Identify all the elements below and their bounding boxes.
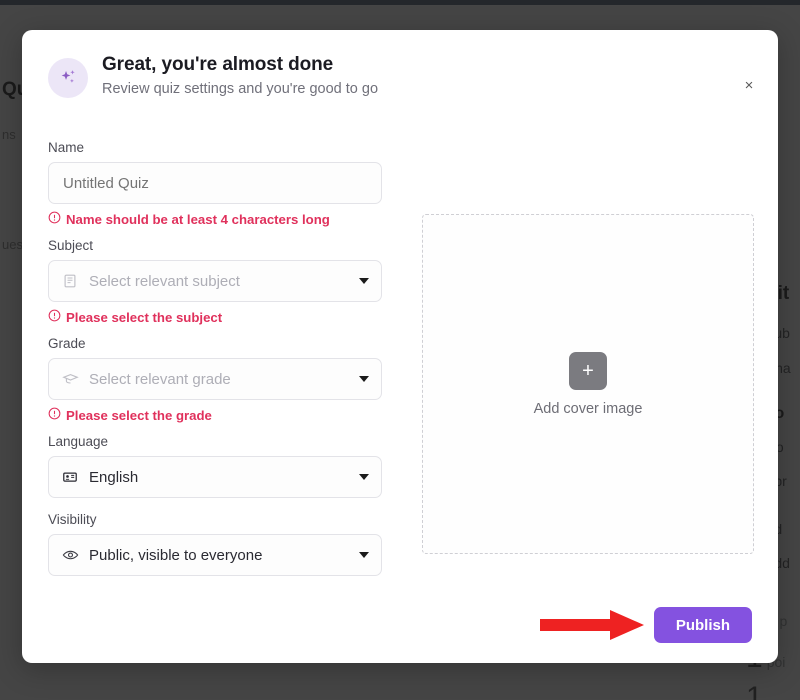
alert-circle-icon: [48, 211, 61, 227]
name-input-wrapper[interactable]: [48, 162, 382, 204]
eye-icon: [61, 546, 79, 564]
close-icon[interactable]: ×: [736, 72, 762, 98]
sparkles-icon: [48, 58, 88, 98]
chevron-down-icon: [359, 552, 369, 558]
grade-select-value: Select relevant grade: [89, 370, 231, 388]
chevron-down-icon: [359, 376, 369, 382]
field-grade: Grade Select relevant grade Please selec…: [48, 336, 382, 423]
visibility-select-value: Public, visible to everyone: [89, 546, 263, 564]
subject-select-value: Select relevant subject: [89, 272, 240, 290]
publish-button[interactable]: Publish: [653, 607, 752, 643]
field-visibility: Visibility Public, visible to everyone: [48, 512, 382, 576]
language-select[interactable]: English: [48, 456, 382, 498]
field-language-label: Language: [48, 434, 109, 449]
field-name: Name Name should be at least 4 character…: [48, 140, 382, 227]
subject-select[interactable]: Select relevant subject: [48, 260, 382, 302]
field-subject-label: Subject: [48, 238, 94, 253]
chevron-down-icon: [359, 474, 369, 480]
visibility-select[interactable]: Public, visible to everyone: [48, 534, 382, 576]
add-cover-image-dropzone[interactable]: + Add cover image: [422, 214, 754, 554]
field-visibility-label: Visibility: [48, 512, 97, 527]
plus-icon[interactable]: +: [569, 351, 607, 390]
grade-select[interactable]: Select relevant grade: [48, 358, 382, 400]
add-cover-image-label: Add cover image: [533, 400, 643, 417]
name-error-text: Name should be at least 4 characters lon…: [66, 211, 330, 227]
alert-circle-icon: [48, 309, 61, 325]
modal-header: Great, you're almost done Review quiz se…: [48, 54, 378, 98]
subject-error-message: Please select the subject: [48, 309, 382, 325]
language-select-value: English: [89, 468, 139, 486]
graduation-cap-icon: [61, 370, 79, 388]
grade-error-text: Please select the grade: [66, 407, 212, 423]
quiz-settings-form: Name Name should be at least 4 character…: [48, 140, 382, 576]
grade-error-message: Please select the grade: [48, 407, 382, 423]
name-input[interactable]: [61, 173, 369, 193]
id-card-icon: [61, 468, 79, 486]
publish-quiz-modal: × Great, you're almost done Review quiz …: [22, 30, 778, 663]
modal-subtitle: Review quiz settings and you're good to …: [102, 81, 379, 97]
subject-error-text: Please select the subject: [66, 309, 223, 325]
chevron-down-icon: [359, 278, 369, 284]
book-icon: [61, 272, 79, 290]
field-subject: Subject Select relevant subject Please s…: [48, 238, 382, 325]
alert-circle-icon: [48, 407, 61, 423]
field-grade-label: Grade: [48, 336, 86, 351]
page-title: Great, you're almost done: [102, 54, 334, 75]
field-language: Language English: [48, 434, 382, 498]
field-name-label: Name: [48, 140, 85, 155]
name-error-message: Name should be at least 4 characters lon…: [48, 211, 382, 227]
